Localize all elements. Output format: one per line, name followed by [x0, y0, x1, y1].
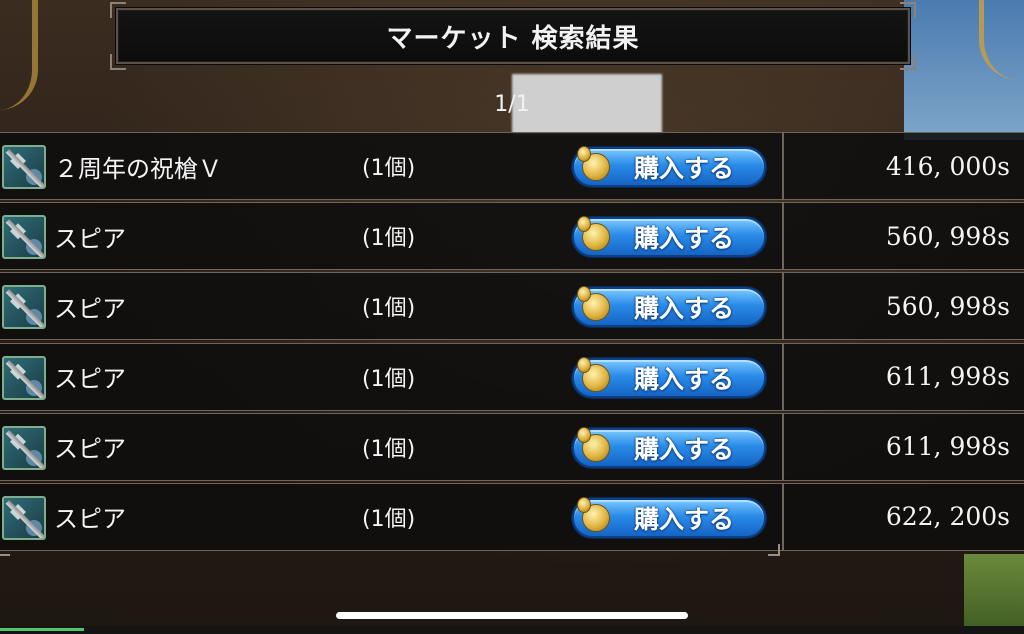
coin-icon — [577, 286, 610, 322]
buy-button[interactable]: 購入する — [572, 426, 766, 468]
buy-button-label: 購入する — [633, 224, 734, 254]
item-name: スピア — [54, 435, 126, 464]
buy-button-label: 購入する — [633, 364, 734, 394]
item-quantity: (1個) — [362, 156, 416, 181]
item-price: 611, 998s — [885, 432, 1010, 462]
list-item[interactable]: スピア (1個) 購入する 560, 998s — [0, 202, 1024, 271]
coin-icon — [577, 496, 610, 532]
banner-corner — [900, 2, 916, 18]
item-quantity: (1個) — [362, 506, 416, 532]
buy-button[interactable]: 購入する — [572, 286, 766, 328]
item-quantity: (1個) — [362, 366, 416, 392]
title-banner: マーケット 検索結果 — [110, 2, 916, 70]
list-item[interactable]: スピア (1個) 購入する 611, 998s — [0, 412, 1024, 481]
banner-corner — [900, 54, 916, 70]
list-item[interactable]: スピア (1個) 購入する 622, 200s — [0, 482, 1024, 556]
list-item[interactable]: ２周年の祝槍Ｖ (1個) 購入する 416, 000s — [0, 132, 1024, 200]
item-quantity: (1個) — [362, 296, 416, 322]
item-name: スピア — [54, 365, 126, 394]
buy-button[interactable]: 購入する — [572, 496, 766, 538]
item-price: 560, 998s — [885, 221, 1010, 251]
item-quantity: (1個) — [362, 436, 416, 462]
item-name: スピア — [54, 505, 126, 534]
result-list: ２周年の祝槍Ｖ (1個) 購入する 416, 000s スピア (1個) 購入す… — [0, 132, 1024, 556]
buy-button-label: 購入する — [633, 504, 734, 534]
column-divider — [782, 413, 784, 480]
spear-icon — [2, 145, 46, 189]
bottom-status-strip — [0, 626, 1024, 634]
banner-corner — [110, 54, 126, 70]
status-bar-fill — [0, 628, 84, 631]
spear-icon — [2, 215, 46, 260]
coin-icon — [577, 216, 610, 252]
page-indicator: 1/1 — [494, 92, 530, 117]
page-title: マーケット 検索結果 — [386, 23, 640, 54]
spear-icon — [2, 355, 46, 400]
buy-button-label: 購入する — [633, 434, 734, 464]
item-name: スピア — [54, 224, 126, 253]
coin-icon — [577, 356, 610, 392]
column-divider — [782, 133, 784, 199]
grass-background — [964, 554, 1024, 634]
coin-icon — [577, 146, 610, 181]
home-indicator[interactable] — [336, 612, 688, 619]
item-price: 622, 200s — [885, 502, 1010, 532]
item-price: 611, 998s — [885, 362, 1010, 392]
buy-button[interactable]: 購入する — [572, 216, 766, 258]
spear-icon — [2, 285, 46, 330]
item-name: ２周年の祝槍Ｖ — [54, 154, 222, 183]
item-name: スピア — [54, 294, 126, 323]
column-divider — [782, 273, 784, 340]
row-corner — [768, 543, 780, 556]
coin-icon — [577, 426, 610, 462]
column-divider — [782, 343, 784, 410]
row-corner — [0, 544, 10, 556]
list-item[interactable]: スピア (1個) 購入する 611, 998s — [0, 342, 1024, 411]
item-price: 416, 000s — [885, 151, 1010, 181]
buy-button-label: 購入する — [633, 294, 734, 324]
item-quantity: (1個) — [362, 226, 416, 252]
list-item[interactable]: スピア (1個) 購入する 560, 998s — [0, 272, 1024, 341]
column-divider — [782, 203, 784, 270]
buy-button[interactable]: 購入する — [572, 146, 766, 187]
item-price: 560, 998s — [885, 291, 1010, 321]
spear-icon — [2, 425, 46, 470]
spear-icon — [2, 495, 46, 540]
banner-corner — [110, 2, 126, 18]
buy-button-label: 購入する — [633, 154, 734, 183]
buy-button[interactable]: 購入する — [572, 356, 766, 398]
column-divider — [782, 483, 784, 550]
